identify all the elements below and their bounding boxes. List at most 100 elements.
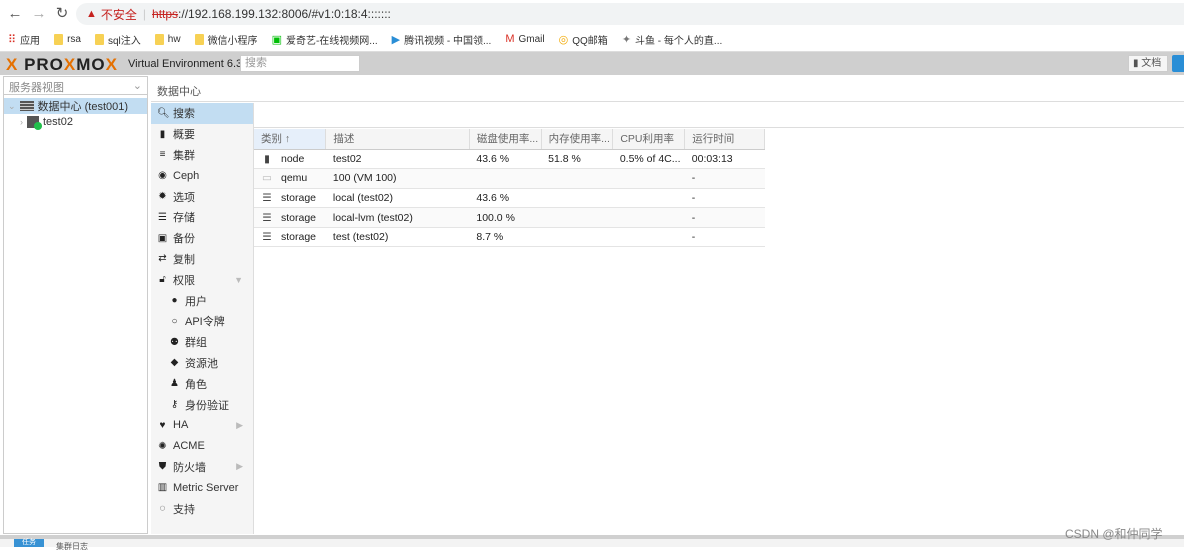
url-text: ://192.168.199.132:8006/#v1:0:18:4::::::… (178, 7, 391, 21)
collapse-icon: ⌄ (8, 100, 16, 111)
bookmark[interactable]: rsa (54, 33, 81, 45)
docs-button[interactable]: ▮ 文档 (1128, 55, 1168, 72)
nav-item[interactable]: ▥ Metric Server (151, 477, 253, 498)
nav-label: 集群 (173, 149, 195, 162)
uptime-cell: - (684, 168, 765, 189)
url-scheme: https (152, 7, 179, 21)
uptime-cell: - (684, 188, 765, 209)
tencent-video-icon: ▶ (391, 33, 401, 46)
chevron-down-icon: ▼ (234, 274, 243, 285)
database-icon: ☰ (262, 191, 272, 204)
bookmark[interactable]: sql注入 (94, 32, 141, 47)
mem-cell (541, 227, 613, 248)
bookmark-label: 应用 (20, 35, 41, 47)
cpu-cell (612, 188, 685, 209)
watermark: CSDN @和仲同学 (1065, 527, 1163, 541)
table-row[interactable]: ▭ qemu 100 (VM 100) - (254, 168, 765, 189)
tags-icon: ◆ (170, 357, 179, 369)
tree-node[interactable]: › test02 (4, 114, 147, 130)
database-icon: ☰ (262, 211, 272, 224)
forward-button[interactable]: → (30, 5, 48, 23)
nav-item[interactable]: ♥ HA ▶ (151, 415, 253, 436)
nav-item[interactable]: ⚉ 群组 (151, 332, 253, 353)
bookmark-label: rsa (67, 33, 81, 45)
bookmark[interactable]: 微信小程序 (194, 32, 258, 47)
type-label: storage (281, 211, 317, 224)
type-label: storage (281, 231, 317, 244)
nav-item[interactable]: ⇄ 复制 (151, 249, 253, 270)
chevron-down-icon: ⌄ (132, 80, 142, 92)
nav-label: Ceph (173, 169, 200, 182)
column-header[interactable]: CPU利用率 (612, 129, 686, 150)
nav-item[interactable]: 🔓︎ 权限 ▼ (151, 269, 253, 290)
table-row[interactable]: ▮ node test02 43.6 % 51.8 % 0.5% of 4C... 00:0… (254, 149, 765, 170)
tree-label: 数据中心 (test001) (37, 101, 129, 113)
reload-button[interactable]: ↻ (53, 5, 71, 23)
nav-label: 角色 (185, 378, 207, 391)
tasks-label: 任务 (22, 539, 36, 546)
column-header[interactable]: 磁盘使用率... (469, 129, 542, 150)
type-cell: ☰ storage (254, 188, 326, 209)
table-row[interactable]: ☰ storage local (test02) 43.6 % - (254, 188, 765, 209)
bookmark[interactable]: hw (154, 33, 181, 45)
nav-label: Metric Server (173, 481, 239, 494)
bookmark[interactable]: ▣ 爱奇艺-在线视频网... (272, 32, 378, 47)
bookmark[interactable]: ▶ 腾讯视频 - 中国领... (392, 32, 492, 47)
nav-item[interactable]: ◌ 支持 (151, 498, 253, 519)
nav-item[interactable]: ≡ 集群 (151, 145, 253, 166)
nav-item[interactable]: ♟ 角色 (151, 373, 253, 394)
cpu-cell (612, 207, 685, 228)
type-cell: ▮ node (254, 149, 326, 170)
table-row[interactable]: ☰ storage test (test02) 8.7 % - (254, 227, 765, 248)
gmail-icon: M (505, 33, 515, 45)
back-button[interactable]: ← (6, 5, 24, 23)
nav-item[interactable]: ▮ 概要 (151, 124, 253, 145)
bookmark-label: hw (167, 33, 181, 45)
monitor-icon: ▭ (262, 172, 272, 185)
nav-item[interactable]: ○ API令牌 (151, 311, 253, 332)
nav-item[interactable]: ◉ Ceph (151, 165, 253, 186)
nav-menu: 🔍︎ 搜索 ▮ 概要 ≡ 集群 ◉ Ceph ✹ 选项 ☰ 存储 ▣ 备份 ⇄ 复制 🔓︎ 权限 ▼ ● 用户 ○ API令… (151, 103, 254, 534)
table-row[interactable]: ☰ storage local-lvm (test02) 100.0 % - (254, 207, 765, 228)
nav-label: 复制 (173, 253, 195, 266)
version-label: Virtual Environment 6.3-2 (128, 58, 252, 70)
disk-cell: 43.6 % (469, 188, 542, 209)
bookmark-label: 斗鱼 - 每个人的直... (635, 35, 723, 47)
bookmark[interactable]: ⠿ 应用 (8, 32, 40, 47)
type-cell: ☰ storage (254, 207, 326, 228)
book-icon: ▮ (159, 128, 166, 140)
address-bar[interactable]: ▲ 不安全 | https ://192.168.199.132:8006/#v… (76, 3, 1184, 25)
floppy-icon: ▣ (157, 232, 168, 244)
nav-item[interactable]: ⛊ 防火墙 ▶ (151, 457, 253, 478)
nav-item[interactable]: 🔍︎ 搜索 (151, 103, 253, 124)
breadcrumb: 数据中心 (151, 76, 1184, 102)
docs-label: 文档 (1141, 58, 1162, 69)
nav-item[interactable]: ✹ 选项 (151, 186, 253, 207)
search-input[interactable]: 搜索 (240, 55, 360, 72)
column-header[interactable]: 内存使用率... (541, 129, 614, 150)
nav-label: 搜索 (173, 108, 195, 121)
column-header[interactable]: 类别 ↑ (254, 129, 327, 150)
cpu-cell: 0.5% of 4C... (612, 149, 685, 170)
mem-cell (541, 188, 613, 209)
resource-table: 类别 ↑ 描述 磁盘使用率... 内存使用率... CPU利用率 运行时间 ▮ node te… (254, 129, 765, 248)
view-selector[interactable]: 服务器视图 ⌄ (4, 77, 147, 95)
tree-datacenter[interactable]: ⌄ 数据中心 (test001) (4, 98, 147, 114)
nav-item[interactable]: ☰ 存储 (151, 207, 253, 228)
view-label: 服务器视图 (9, 82, 64, 94)
nav-item[interactable]: ◆ 资源池 (151, 353, 253, 374)
nav-item[interactable]: ✺ ACME (151, 436, 253, 457)
column-header[interactable]: 描述 (325, 129, 470, 150)
tasks-tab[interactable]: 任务 (14, 539, 44, 547)
nav-item[interactable]: ● 用户 (151, 290, 253, 311)
column-header[interactable]: 运行时间 (684, 129, 765, 150)
user-outline-icon: ○ (171, 315, 178, 327)
bookmark[interactable]: ✦ 斗鱼 - 每个人的直... (622, 32, 722, 47)
console-button[interactable] (1172, 55, 1184, 72)
nav-item[interactable]: ⚷ 身份验证 (151, 394, 253, 415)
nav-label: 存储 (173, 212, 195, 225)
bookmark[interactable]: ◎ QQ邮箱 (559, 32, 608, 47)
nav-item[interactable]: ▣ 备份 (151, 228, 253, 249)
users-icon: ⚉ (170, 336, 179, 348)
bookmark[interactable]: M Gmail (505, 33, 544, 45)
